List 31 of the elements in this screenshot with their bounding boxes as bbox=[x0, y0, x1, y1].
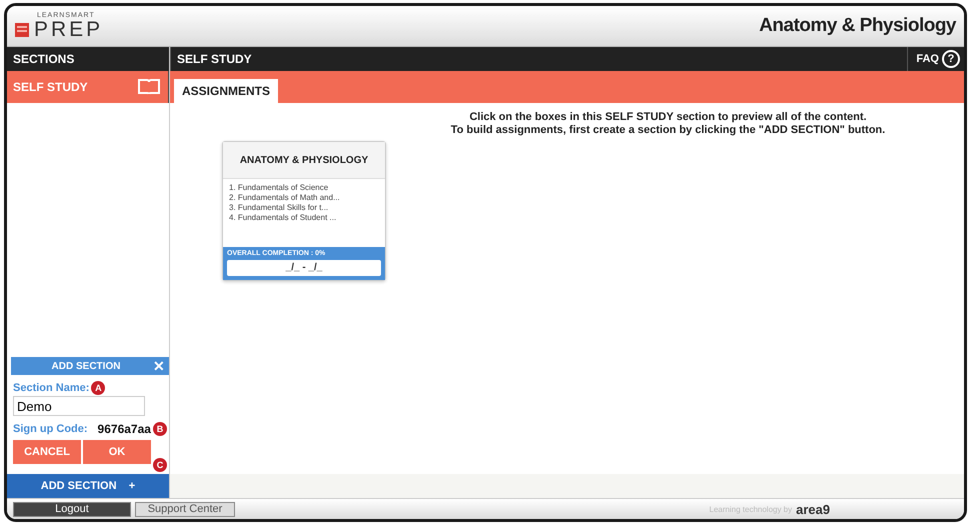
footer-button[interactable]: Logout bbox=[13, 502, 131, 516]
panel-title: ADD SECTION bbox=[50, 360, 122, 372]
instruction-text: Click on the boxes in this SELF STUDY section to preview all of the content. bbox=[468, 111, 868, 124]
action-button[interactable]: OK bbox=[83, 440, 151, 464]
logo-icon bbox=[15, 22, 29, 36]
callout-marker: A bbox=[91, 381, 106, 395]
input-field[interactable]: Demo bbox=[13, 396, 145, 416]
topic-item: 4. Fundamentals of Student ... bbox=[229, 213, 338, 223]
topic-item: 1. Fundamentals of Science bbox=[229, 183, 330, 193]
sidebar-title: SECTIONS bbox=[7, 47, 169, 71]
field-label: Section Name: bbox=[13, 382, 90, 394]
close-button[interactable]: ✕ bbox=[153, 359, 165, 373]
field-label: Sign up Code: bbox=[13, 423, 88, 435]
signup-code: 9676a7aa bbox=[98, 422, 151, 436]
credit-brand: area9 bbox=[796, 502, 830, 516]
section-title: SELF STUDY bbox=[176, 52, 252, 66]
card-title: ANATOMY & PHYSIOLOGY bbox=[223, 142, 385, 179]
add-section-button[interactable]: ADD SECTION + bbox=[7, 474, 169, 498]
topic-item: 3. Fundamental Skills for t... bbox=[229, 203, 330, 213]
topic-item: 2. Fundamentals of Math and... bbox=[229, 193, 341, 203]
sidebar-item[interactable]: SELF STUDY bbox=[7, 71, 169, 103]
date-range: _/_ - _/_ bbox=[227, 260, 381, 276]
action-button[interactable]: CANCEL bbox=[13, 440, 81, 464]
book-icon bbox=[138, 79, 160, 95]
instruction-text: To build assignments, first create a section by clicking the "ADD SECTION" button. bbox=[450, 124, 886, 137]
callout-marker: B bbox=[152, 422, 167, 436]
tab[interactable]: ASSIGNMENTS bbox=[174, 79, 278, 103]
callout-marker: C bbox=[153, 458, 167, 472]
course-title: Anatomy & Physiology bbox=[759, 15, 956, 37]
brand-name: PREP bbox=[34, 18, 104, 40]
footer-button[interactable]: Support Center bbox=[135, 502, 235, 516]
